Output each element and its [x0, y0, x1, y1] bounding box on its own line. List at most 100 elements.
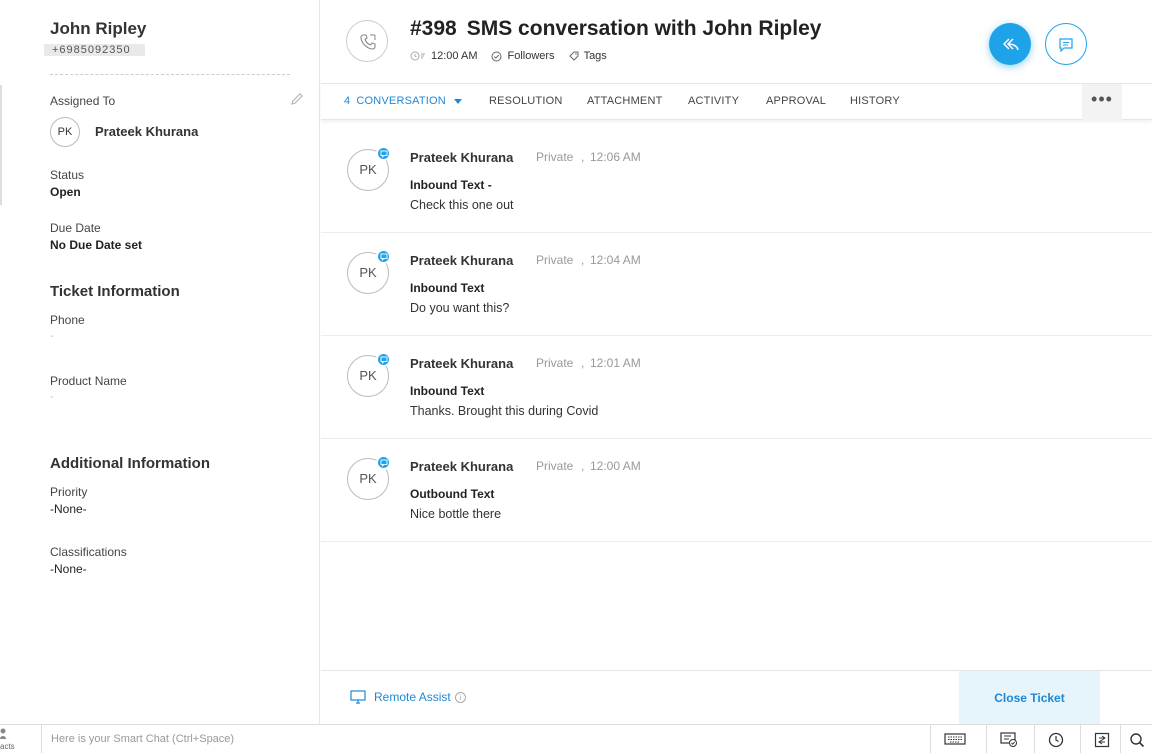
comment-icon — [1059, 38, 1073, 53]
tab-conversation[interactable]: 4 CONVERSATION — [344, 95, 462, 107]
ticket-footer: Remote Assist i Close Ticket — [321, 670, 1152, 725]
tab-history[interactable]: HISTORY — [850, 95, 900, 107]
due-date-label: Due Date — [50, 221, 101, 235]
message-time: 12:00 AM — [590, 459, 641, 473]
ticket-title: #398 SMS conversation with John Ripley — [410, 17, 821, 41]
ticket-number: #398 — [410, 17, 457, 40]
conversation-thread: PK Prateek Khurana Private , 12:06 AM In… — [321, 130, 1152, 542]
priority-label: Priority — [50, 485, 88, 499]
reply-all-button[interactable] — [989, 23, 1031, 65]
clock-icon[interactable] — [1034, 725, 1078, 753]
reply-all-icon — [1002, 38, 1019, 51]
remote-assist-link[interactable]: Remote Assist i — [350, 690, 466, 704]
classifications-value[interactable]: -None- — [50, 562, 87, 576]
tags-label: Tags — [583, 50, 607, 62]
phone-channel-icon — [346, 20, 388, 62]
clock-icon — [410, 51, 425, 61]
message-author: Prateek Khurana — [410, 356, 514, 371]
info-icon[interactable]: i — [454, 691, 466, 703]
chat-badge-icon — [376, 352, 391, 367]
message-body: Do you want this? — [410, 301, 510, 315]
message-visibility: Private — [536, 150, 574, 164]
close-ticket-button[interactable]: Close Ticket — [959, 671, 1100, 725]
assignee-name[interactable]: Prateek Khurana — [95, 124, 198, 139]
message-separator: , — [581, 253, 585, 267]
assigned-to-label: Assigned To — [50, 94, 116, 108]
edit-pencil-icon[interactable] — [290, 92, 306, 108]
ticket-subject: SMS conversation with John Ripley — [466, 17, 822, 40]
status-value[interactable]: Open — [50, 185, 81, 199]
message-time: 12:04 AM — [590, 253, 641, 267]
ticket-meta: 12:00 AM Followers Tags — [410, 50, 621, 62]
panel-edge-divider — [0, 85, 2, 205]
message-type: Inbound Text — [410, 384, 485, 398]
add-comment-button[interactable] — [1045, 23, 1087, 65]
message-body: Check this one out — [410, 198, 514, 212]
message-type: Inbound Text — [410, 281, 485, 295]
chat-badge-icon — [376, 146, 391, 161]
message-visibility: Private — [536, 253, 574, 267]
check-circle-icon — [491, 51, 502, 61]
screen-check-icon[interactable] — [986, 725, 1030, 753]
thread-item[interactable]: PK Prateek Khurana Private , 12:04 AM In… — [321, 233, 1152, 336]
message-visibility: Private — [536, 459, 574, 473]
tab-resolution[interactable]: RESOLUTION — [489, 95, 563, 107]
tab-approval[interactable]: APPROVAL — [766, 95, 826, 107]
remote-assist-label: Remote Assist — [374, 690, 451, 704]
message-visibility: Private — [536, 356, 574, 370]
thread-item[interactable]: PK Prateek Khurana Private , 12:00 AM Ou… — [321, 439, 1152, 542]
smart-chat-input[interactable]: Here is your Smart Chat (Ctrl+Space) — [51, 733, 234, 745]
priority-value[interactable]: -None- — [50, 502, 87, 516]
contacts-shortcut[interactable]: acts — [0, 725, 42, 753]
followers-label: Followers — [507, 50, 555, 62]
chat-badge-icon — [376, 249, 391, 264]
classifications-label: Classifications — [50, 545, 127, 559]
additional-information-title: Additional Information — [50, 455, 210, 472]
message-type: Outbound Text — [410, 487, 495, 501]
message-separator: , — [581, 459, 585, 473]
keyboard-icon[interactable] — [930, 725, 974, 753]
conversation-count: 4 — [344, 95, 351, 107]
product-name-label: Product Name — [50, 374, 127, 388]
product-name-value[interactable]: - — [50, 392, 53, 403]
message-author: Prateek Khurana — [410, 253, 514, 268]
thread-item[interactable]: PK Prateek Khurana Private , 12:06 AM In… — [321, 130, 1152, 233]
followers-link[interactable]: Followers — [491, 50, 555, 62]
monitor-icon — [350, 690, 366, 704]
message-type: Inbound Text - — [410, 178, 492, 192]
message-separator: , — [581, 356, 585, 370]
ticket-detail-view: John Ripley +6985092350 Assigned To PK P… — [0, 0, 1152, 753]
phone-label: Phone — [50, 313, 85, 327]
message-body: Thanks. Brought this during Covid — [410, 404, 599, 418]
phone-value[interactable]: - — [50, 331, 53, 342]
ticket-time-text: 12:00 AM — [431, 50, 478, 62]
tags-link[interactable]: Tags — [568, 50, 607, 62]
ticket-time: 12:00 AM — [410, 50, 477, 62]
tab-activity[interactable]: ACTIVITY — [688, 95, 739, 107]
message-body: Nice bottle there — [410, 507, 502, 521]
message-author: Prateek Khurana — [410, 459, 514, 474]
thread-item[interactable]: PK Prateek Khurana Private , 12:01 AM In… — [321, 336, 1152, 439]
divider — [50, 74, 290, 75]
tab-conversation-label: CONVERSATION — [356, 95, 446, 107]
chat-badge-icon — [376, 455, 391, 470]
contacts-label: acts — [0, 742, 15, 751]
contact-name[interactable]: John Ripley — [50, 19, 146, 39]
more-options-button[interactable]: ••• — [1082, 84, 1122, 120]
ticket-header: #398 SMS conversation with John Ripley 12… — [321, 0, 1152, 84]
person-icon — [0, 728, 6, 739]
due-date-value[interactable]: No Due Date set — [50, 238, 142, 252]
tab-attachment[interactable]: ATTACHMENT — [587, 95, 663, 107]
ticket-tabs: 4 CONVERSATION RESOLUTION ATTACHMENT ACTI… — [321, 84, 1152, 120]
message-time: 12:06 AM — [590, 150, 641, 164]
assignee-avatar: PK — [50, 117, 80, 147]
ticket-information-title: Ticket Information — [50, 283, 180, 300]
contact-phone: +6985092350 — [44, 44, 145, 56]
caret-down-icon — [453, 98, 462, 104]
message-author: Prateek Khurana — [410, 150, 514, 165]
transfer-icon[interactable] — [1080, 725, 1124, 753]
ticket-properties-panel: John Ripley +6985092350 Assigned To PK P… — [0, 0, 320, 724]
search-icon[interactable] — [1120, 725, 1152, 753]
bottom-bar: acts Here is your Smart Chat (Ctrl+Space… — [0, 724, 1152, 753]
message-time: 12:01 AM — [590, 356, 641, 370]
